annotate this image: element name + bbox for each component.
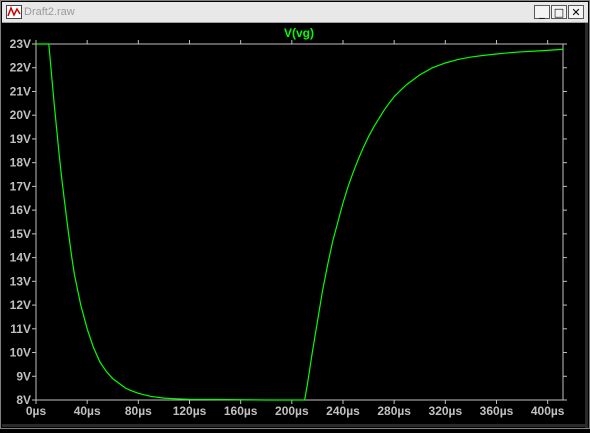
- waveform-plot[interactable]: 8V9V10V11V12V13V14V15V16V17V18V19V20V21V…: [1, 23, 589, 428]
- x-tick-label: 40µs: [74, 404, 101, 418]
- y-tick-label: 17V: [10, 179, 31, 193]
- title-bar[interactable]: Draft2.raw _ □ ✕: [2, 2, 588, 23]
- y-tick-label: 16V: [10, 203, 31, 217]
- horizontal-scrollbar[interactable]: [2, 424, 588, 427]
- x-tick-label: 160µs: [224, 404, 258, 418]
- maximize-icon: □: [553, 5, 565, 19]
- trace-label[interactable]: V(vg): [284, 26, 314, 40]
- y-tick-label: 13V: [10, 274, 31, 288]
- x-tick-label: 200µs: [275, 404, 309, 418]
- vertical-scrollbar[interactable]: [585, 23, 588, 428]
- trace-vvg[interactable]: [36, 43, 564, 401]
- waveform-app-icon: [6, 5, 22, 19]
- y-tick-label: 10V: [10, 346, 31, 360]
- minimize-button[interactable]: _: [534, 5, 550, 19]
- close-button[interactable]: ✕: [568, 5, 584, 19]
- x-tick-label: 360µs: [480, 404, 514, 418]
- y-tick-label: 14V: [10, 251, 31, 265]
- x-tick-label: 320µs: [429, 404, 463, 418]
- y-tick-label: 19V: [10, 132, 31, 146]
- x-tick-label: 120µs: [173, 404, 207, 418]
- x-tick-label: 400µs: [531, 404, 565, 418]
- y-tick-label: 9V: [16, 369, 31, 383]
- plot-frame: [35, 43, 564, 401]
- window-title: Draft2.raw: [24, 6, 75, 18]
- y-tick-label: 22V: [10, 61, 31, 75]
- y-tick-label: 18V: [10, 156, 31, 170]
- y-tick-label: 12V: [10, 298, 31, 312]
- minimize-icon: _: [539, 5, 545, 19]
- close-icon: ✕: [571, 5, 581, 19]
- x-tick-label: 240µs: [326, 404, 360, 418]
- y-tick-label: 15V: [10, 227, 31, 241]
- maximize-button[interactable]: □: [551, 5, 567, 19]
- y-tick-label: 21V: [10, 84, 31, 98]
- plot-pane[interactable]: 8V 9V 10V 11V 12V 13V 14V 15V 16V 17V 18V 19V 20V 21V…: [1, 23, 589, 428]
- y-tick-label: 23V: [10, 37, 31, 51]
- x-tick-label: 280µs: [377, 404, 411, 418]
- x-tick-label: 0µs: [26, 404, 47, 418]
- waveform-window: Draft2.raw _ □ ✕ 8V 9V 10V 11V 12V 13V 14V 15V 1…: [0, 0, 590, 429]
- y-tick-label: 20V: [10, 108, 31, 122]
- y-tick-label: 11V: [10, 322, 31, 336]
- x-tick-label: 80µs: [125, 404, 152, 418]
